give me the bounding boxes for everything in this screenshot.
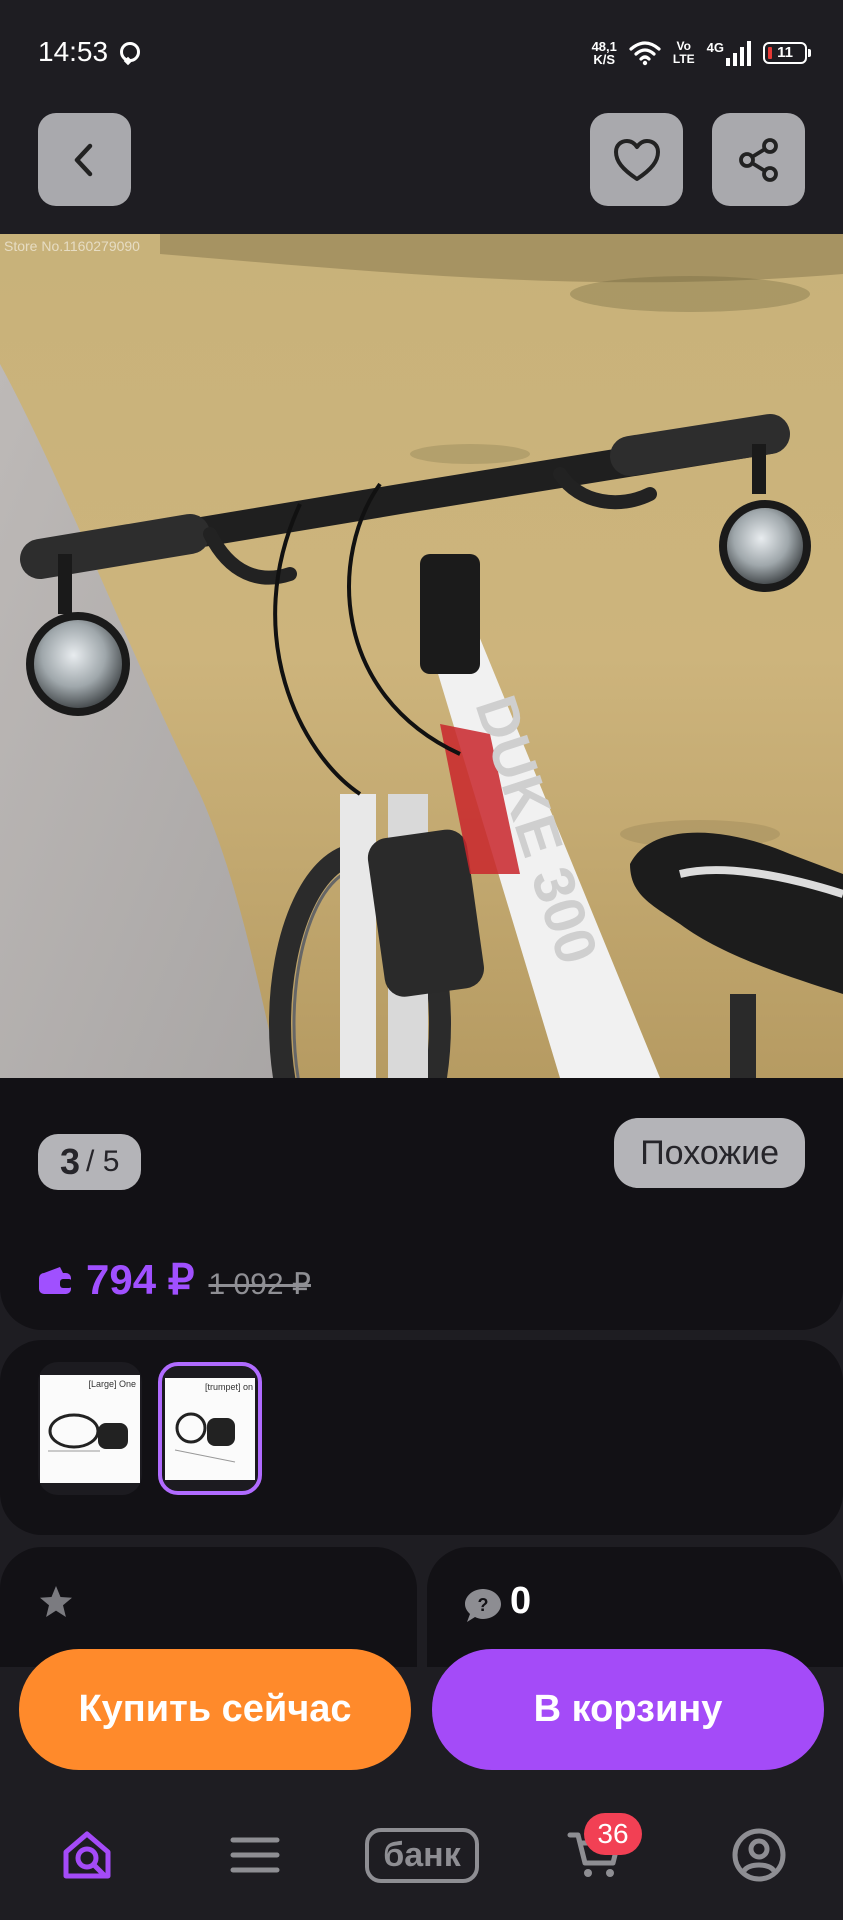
image-counter-current: 3 — [60, 1141, 81, 1182]
network-type: 4G — [706, 40, 724, 55]
chevron-left-icon — [74, 143, 92, 176]
message-notification-icon — [120, 42, 140, 62]
old-price: 1 092 ₽ — [208, 1268, 311, 1301]
favorite-button[interactable] — [590, 113, 683, 206]
nav-bank[interactable]: банк — [360, 1820, 484, 1890]
battery-level: 11 — [777, 44, 793, 61]
image-counter-total: / 5 — [86, 1145, 120, 1178]
signal-icon — [726, 40, 751, 66]
nav-profile[interactable] — [724, 1820, 794, 1890]
status-bar: 14:53 48,1 K/S Vo LTE 4G 11 — [0, 0, 843, 100]
question-icon: ? — [465, 1589, 501, 1622]
questions-count: 0 — [510, 1580, 532, 1622]
image-counter: 3 / 5 — [38, 1134, 142, 1190]
share-icon — [738, 137, 778, 182]
heart-icon — [613, 138, 660, 181]
product-image[interactable]: DUKE 300 Store No.1160279090 — [0, 234, 843, 1078]
network-speed-unit: K/S — [593, 52, 616, 67]
share-button[interactable] — [712, 113, 805, 206]
image-watermark: Store No.1160279090 — [4, 238, 140, 254]
add-to-cart-button[interactable]: В корзину — [432, 1649, 824, 1770]
wifi-icon — [629, 41, 661, 66]
cellular-indicator: 4G — [707, 40, 751, 66]
product-photo: DUKE 300 — [0, 234, 843, 1078]
network-speed: 48,1 K/S — [592, 40, 617, 66]
variant-caption-2: [trumpet] on — [204, 1381, 253, 1392]
status-time: 14:53 — [38, 36, 109, 67]
svg-text:?: ? — [478, 1595, 489, 1615]
star-icon — [40, 1586, 72, 1617]
wallet-icon — [39, 1266, 72, 1294]
home-search-icon — [63, 1831, 111, 1879]
price-row: 794 ₽ 1 092 ₽ — [38, 1255, 311, 1304]
profile-icon — [732, 1828, 786, 1882]
status-indicators: 48,1 K/S Vo LTE 4G 11 — [592, 36, 811, 70]
variant-caption-1: [Large] One — [88, 1378, 136, 1389]
volte-bottom: LTE — [672, 52, 695, 66]
variant-thumbnail-1[interactable]: [Large] One — [38, 1362, 142, 1495]
nav-home-search[interactable] — [52, 1820, 122, 1890]
mirror-variant-image — [48, 1413, 128, 1451]
menu-icon — [230, 1837, 280, 1873]
similar-button[interactable]: Похожие — [614, 1118, 805, 1188]
mirror-variant-image — [174, 1412, 236, 1462]
battery-icon: 11 — [763, 42, 811, 64]
cart-count-badge: 36 — [584, 1813, 642, 1855]
bank-label: банк — [365, 1827, 479, 1883]
nav-catalog[interactable] — [220, 1820, 290, 1890]
buy-now-button[interactable]: Купить сейчас — [19, 1649, 411, 1770]
volte-indicator: Vo LTE — [673, 40, 695, 66]
variant-thumbnail-2[interactable]: [trumpet] on — [158, 1362, 262, 1495]
current-price: 794 ₽ — [86, 1256, 195, 1303]
back-button[interactable] — [38, 113, 131, 206]
